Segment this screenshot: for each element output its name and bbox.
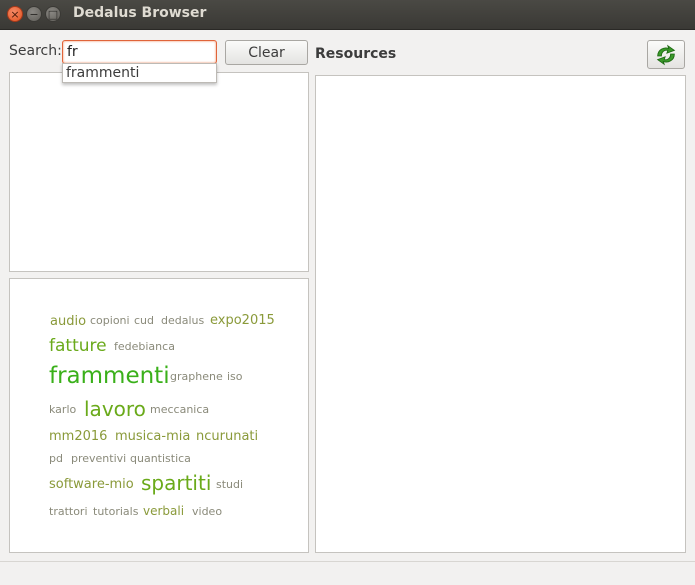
- tag-trattori[interactable]: trattori: [49, 506, 88, 517]
- status-bar: [0, 561, 695, 585]
- tag-frammenti[interactable]: frammenti: [49, 365, 170, 388]
- tag-dedalus[interactable]: dedalus: [161, 315, 204, 326]
- tag-graphene[interactable]: graphene: [170, 371, 223, 382]
- tag-software-mio[interactable]: software-mio: [49, 478, 134, 491]
- resources-panel[interactable]: [315, 75, 686, 553]
- minimize-window-button[interactable]: −: [26, 6, 42, 22]
- tag-fedebianca[interactable]: fedebianca: [114, 341, 175, 352]
- tag-quantistica[interactable]: quantistica: [130, 453, 191, 464]
- maximize-icon: □: [47, 7, 59, 21]
- title-bar: × − □ Dedalus Browser: [0, 0, 695, 30]
- tag-video[interactable]: video: [192, 506, 222, 517]
- tag-preventivi[interactable]: preventivi: [71, 453, 126, 464]
- autocomplete-popup: frammenti: [62, 63, 217, 83]
- tag-fatture[interactable]: fatture: [49, 338, 107, 355]
- close-window-button[interactable]: ×: [7, 6, 23, 22]
- window-title: Dedalus Browser: [73, 5, 207, 21]
- tag-copioni[interactable]: copioni: [90, 315, 130, 326]
- refresh-button[interactable]: [647, 40, 685, 69]
- tag-musica-mia[interactable]: musica-mia: [115, 430, 190, 443]
- resources-heading: Resources: [315, 46, 397, 62]
- tag-meccanica[interactable]: meccanica: [150, 404, 209, 415]
- tag-mm2016[interactable]: mm2016: [49, 430, 107, 443]
- close-icon: ×: [10, 7, 20, 21]
- tag-karlo[interactable]: karlo: [49, 404, 76, 415]
- tag-iso[interactable]: iso: [227, 371, 243, 382]
- maximize-window-button[interactable]: □: [45, 6, 61, 22]
- tag-spartiti[interactable]: spartiti: [141, 473, 211, 493]
- tag-cud[interactable]: cud: [134, 315, 154, 326]
- refresh-arrows-icon: [656, 44, 676, 65]
- tag-ncurunati[interactable]: ncurunati: [196, 430, 258, 443]
- tag-studi[interactable]: studi: [216, 479, 243, 490]
- tag-lavoro[interactable]: lavoro: [84, 399, 146, 419]
- tag-verbali[interactable]: verbali: [143, 505, 184, 517]
- search-input[interactable]: [62, 40, 217, 64]
- tag-cloud: audio copioni cud dedalus expo2015 fatture fed…: [9, 278, 309, 553]
- autocomplete-suggestion[interactable]: frammenti: [66, 65, 139, 81]
- tag-tutorials[interactable]: tutorials: [93, 506, 138, 517]
- tag-expo2015[interactable]: expo2015: [210, 314, 275, 327]
- search-results-list[interactable]: [9, 72, 309, 272]
- tag-audio[interactable]: audio: [50, 315, 86, 328]
- minimize-icon: −: [29, 7, 39, 21]
- tag-pd[interactable]: pd: [49, 453, 63, 464]
- clear-button[interactable]: Clear: [225, 40, 308, 65]
- search-label: Search:: [9, 43, 62, 59]
